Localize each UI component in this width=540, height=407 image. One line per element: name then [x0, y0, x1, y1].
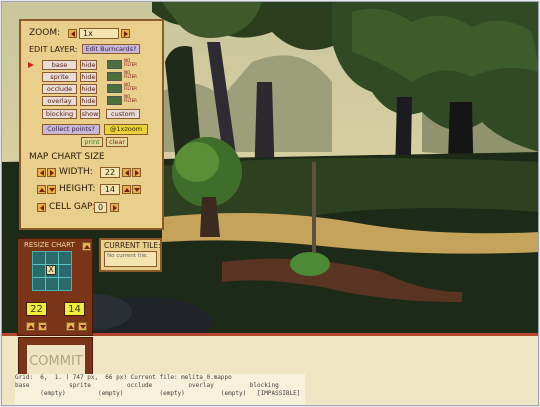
grid-line [58, 252, 59, 290]
edit-layer-label: EDIT LAYER: [29, 45, 78, 54]
width-value[interactable]: 22 [100, 167, 120, 178]
current-tile-title: CURRENT TILE: [104, 241, 161, 250]
layer-overlay-thumbnail [107, 96, 122, 105]
map-chart-size-title: MAP CHART SIZE [29, 152, 105, 162]
layer-base-hide-button[interactable]: hide [80, 60, 97, 70]
height-increase-button[interactable] [37, 185, 46, 194]
resize-height-up-button[interactable] [66, 322, 75, 331]
status-line-layers: base sprite occlude overlay blocking [15, 382, 279, 389]
zoom-badge[interactable]: @1xzoom [104, 124, 148, 135]
layer-sprite-hide-button[interactable]: hide [80, 72, 97, 82]
height-decrease-button-right[interactable] [132, 185, 141, 194]
resize-height-down-button[interactable] [78, 322, 87, 331]
resize-chart-panel: RESIZE CHART X 22 14 [17, 238, 93, 336]
layer-blocking-show-button[interactable]: show [80, 109, 100, 119]
resize-grid[interactable]: X [32, 251, 72, 291]
layer-base-button[interactable]: base [42, 60, 77, 70]
resize-top-arrow-icon[interactable] [82, 242, 91, 251]
layer-sprite-nofilter[interactable]: NO FILTER [124, 71, 137, 79]
print-button[interactable]: print [81, 137, 103, 147]
layer-overlay-nofilter[interactable]: NO FILTER [124, 95, 137, 103]
edit-burncards-button[interactable]: Edit Burncards? [82, 44, 140, 54]
layer-occlude-nofilter[interactable]: NO FILTER [124, 83, 137, 91]
selected-layer-arrow-icon [28, 62, 34, 68]
layer-occlude-thumbnail [107, 84, 122, 93]
width-increase-button-left[interactable] [47, 168, 56, 177]
status-line-values: (empty) (empty) (empty) (empty) [IMPASSI… [15, 390, 301, 397]
cellgap-value[interactable]: 0 [94, 202, 107, 213]
cellgap-label: CELL GAP: [49, 202, 96, 212]
nofilter-text-2: FILTER [124, 86, 137, 91]
cellgap-decrease-button[interactable] [37, 203, 46, 212]
status-bar: Grid: 6, 1. ( 747 px, 66 px) Current fil… [15, 374, 305, 405]
height-label: HEIGHT: [59, 184, 96, 194]
layer-sprite-thumbnail [107, 72, 122, 81]
zoom-value: 1x [79, 28, 119, 39]
clear-button[interactable]: clear [106, 137, 128, 147]
layer-sprite-button[interactable]: sprite [42, 72, 77, 82]
height-value[interactable]: 14 [100, 184, 120, 195]
blocking-custom-button[interactable]: custom [106, 109, 140, 119]
resize-width-down-button[interactable] [38, 322, 47, 331]
layer-blocking-button[interactable]: blocking [42, 109, 77, 119]
resize-anchor-mark[interactable]: X [46, 265, 56, 275]
layer-overlay-button[interactable]: overlay [42, 96, 77, 106]
width-decrease-button-right[interactable] [122, 168, 131, 177]
height-increase-button-right[interactable] [122, 185, 131, 194]
width-label: WIDTH: [59, 167, 93, 177]
collect-points-button[interactable]: Collect points? [42, 124, 100, 135]
layer-occlude-button[interactable]: occlude [42, 84, 77, 94]
cellgap-increase-button[interactable] [110, 203, 119, 212]
resize-width-up-button[interactable] [26, 322, 35, 331]
height-decrease-button[interactable] [47, 185, 56, 194]
current-tile-panel: CURRENT TILE: No current tile. [99, 238, 162, 272]
layer-occlude-hide-button[interactable]: hide [80, 84, 97, 94]
nofilter-text-2: FILTER [124, 98, 137, 103]
current-tile-value: No current tile. [104, 251, 157, 267]
layer-base-nofilter[interactable]: NO FILTER [124, 59, 137, 67]
zoom-decrease-button[interactable] [68, 29, 77, 38]
zoom-label: ZOOM: [29, 28, 61, 38]
width-increase-button[interactable] [132, 168, 141, 177]
app-window: ZOOM: 1x EDIT LAYER: Edit Burncards? bas… [1, 1, 539, 406]
zoom-increase-button[interactable] [121, 29, 130, 38]
layer-overlay-hide-button[interactable]: hide [80, 96, 97, 106]
resize-width-value: 22 [26, 302, 47, 316]
grid-line [33, 277, 71, 278]
editor-panel: ZOOM: 1x EDIT LAYER: Edit Burncards? bas… [19, 19, 164, 230]
nofilter-text-2: FILTER [124, 62, 137, 67]
width-decrease-button[interactable] [37, 168, 46, 177]
nofilter-text-2: FILTER [124, 74, 137, 79]
layer-base-thumbnail [107, 60, 122, 69]
resize-height-value: 14 [64, 302, 85, 316]
status-line-grid: Grid: 6, 1. ( 747 px, 66 px) Current fil… [15, 374, 232, 381]
resize-chart-title: RESIZE CHART [24, 241, 75, 249]
